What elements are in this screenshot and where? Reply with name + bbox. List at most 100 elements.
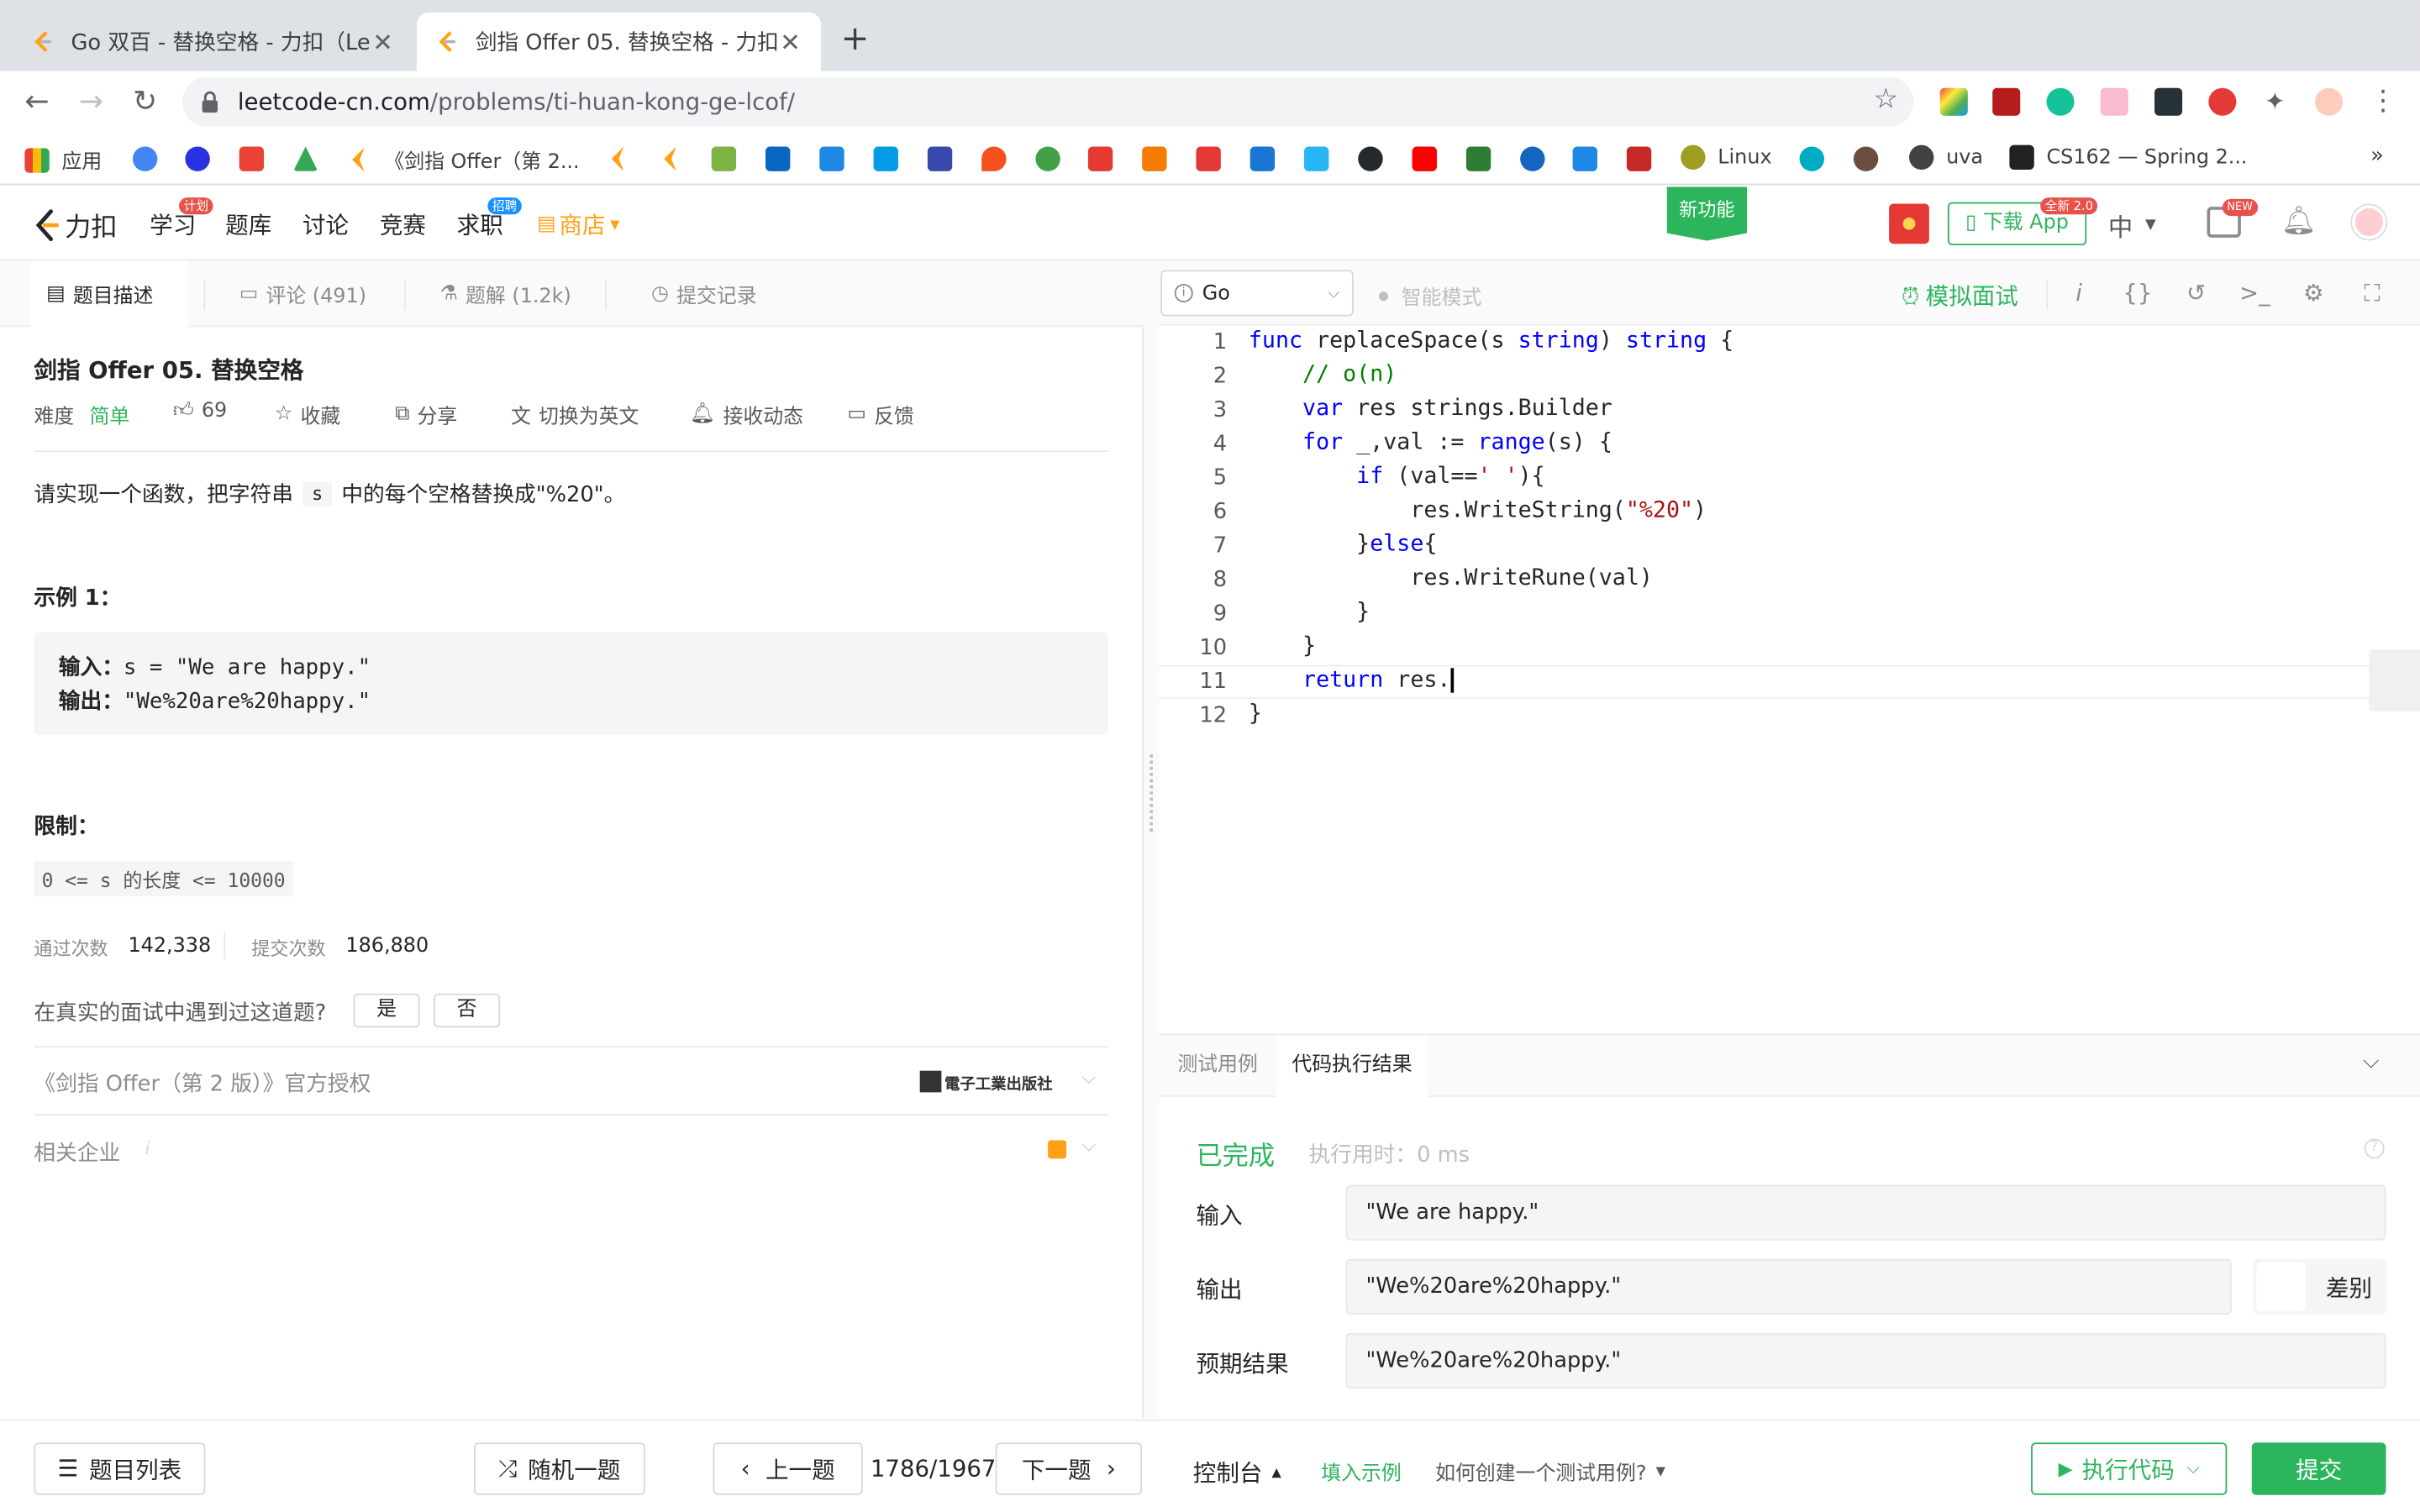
back-arrow-icon[interactable]: ← [17,81,57,122]
bilibili-extension-icon[interactable] [2100,87,2128,116]
wifi-site-icon[interactable] [1799,146,1824,171]
tab-testcase[interactable]: 测试用例 [1162,1035,1273,1096]
drive-icon[interactable] [292,146,318,171]
switch-english-button[interactable]: 文切换为英文 [511,400,639,429]
bookmark-star-icon[interactable]: ☆ [1873,83,1898,116]
smart-mode-toggle[interactable]: ● 智能模式 [1378,281,1481,311]
how-create-testcase[interactable]: 如何创建一个测试用例? ▼ [1435,1457,1665,1486]
green-swirl-icon[interactable] [1035,146,1060,171]
google-icon[interactable] [132,146,158,171]
reload-icon[interactable]: ↻ [125,81,166,122]
new-tab-plus-icon[interactable]: + [836,20,873,59]
bookmark-uva[interactable]: uva [1908,144,1983,171]
language-switch[interactable]: 中 ▼ [2108,207,2156,244]
info-icon[interactable]: i [2064,279,2095,307]
next-problem-button[interactable]: 下一题 › [995,1442,1143,1495]
brown-site-icon[interactable] [1853,146,1879,171]
prev-problem-button[interactable]: ‹ 上一题 [713,1442,863,1495]
chevron-down-icon[interactable]: ⌵ [1082,1134,1097,1158]
close-tab-icon[interactable]: ✕ [778,27,802,56]
reset-icon[interactable]: ↺ [2181,279,2212,307]
problem-list-button[interactable]: ☰ 题目列表 [34,1442,206,1495]
info-icon[interactable]: i [145,1138,150,1158]
blue-site-icon[interactable] [873,146,898,171]
settings-gear-icon[interactable]: ⚙ [2298,279,2329,307]
nav-discuss[interactable]: 讨论 [302,208,349,241]
notification-bell-icon[interactable]: 🔔︎ [2281,205,2317,238]
tab-solutions[interactable]: ⚗ 题解 (1.2k) [424,260,587,327]
gmail-icon[interactable] [239,146,265,171]
book-authorization[interactable]: 《剑指 Offer（第 2 版）》官方授权 [34,1068,371,1099]
side-panel-tab[interactable] [2369,649,2420,711]
no-button[interactable]: 否 [434,993,501,1028]
feedback-button[interactable]: ▭ 反馈 [847,400,914,428]
zhihu-icon[interactable] [1249,146,1276,171]
jian-icon[interactable] [1087,146,1113,171]
nav-contest[interactable]: 竞赛 [380,208,426,241]
linkedin-icon[interactable] [765,146,791,171]
profile-avatar-icon[interactable] [2315,87,2344,116]
red-envelope-icon[interactable] [1889,203,1929,244]
site-logo[interactable]: 力扣 [34,205,118,244]
diff-switch[interactable] [2256,1262,2307,1312]
color-extension-icon[interactable] [1939,87,1968,116]
nav-store[interactable]: ▤ 商店 ▼ [537,208,619,241]
tab-run-result[interactable]: 代码执行结果 [1276,1035,1428,1097]
language-select[interactable]: i Go ⌵ [1160,270,1354,317]
dark-extension-icon[interactable] [2154,87,2183,116]
close-tab-icon[interactable]: ✕ [371,27,395,56]
bilibili-icon[interactable] [1304,146,1329,171]
pdf-extension-icon[interactable] [1992,87,2021,116]
bookmark-cs162[interactable]: CS162 — Spring 2... [2009,144,2248,171]
tab-submissions[interactable]: ◷ 提交记录 [636,260,772,327]
c-red-icon[interactable] [1196,146,1221,171]
nav-problems[interactable]: 题库 [225,208,271,241]
code-braces-icon[interactable]: {} [2122,279,2153,307]
p-site-icon[interactable] [927,146,953,171]
browser-tab-2-active[interactable]: 剑指 Offer 05. 替换空格 - 力扣 ✕ [416,12,822,71]
browser-tab-1[interactable]: Go 双百 - 替换空格 - 力扣（Lee ✕ [13,13,414,71]
terminal-icon[interactable]: >_ [2239,279,2270,307]
subscribe-button[interactable]: 🔔︎ 接收动态 [690,400,803,428]
browser-menu-icon[interactable]: ⋮ [2369,87,2396,116]
share-button[interactable]: ⧉ 分享 [395,400,457,428]
fullscreen-icon[interactable]: ⛶ [2357,279,2388,307]
bookmark-linux[interactable]: Linux [1681,144,1772,171]
flame-icon[interactable] [981,146,1007,171]
diff-toggle[interactable]: 差别 [2253,1258,2386,1315]
new-feature-banner[interactable]: 新功能 [1666,186,1748,241]
bookmark-apps[interactable]: 应用 [24,145,102,175]
address-bar[interactable]: leetcode-cn.com/problems/ti-huan-kong-ge… [182,76,1914,127]
book-icon[interactable] [1465,146,1491,171]
blue-site-icon[interactable] [819,146,844,171]
more-bookmarks-icon[interactable]: » [2370,144,2384,168]
chevron-down-icon[interactable]: ⌵ [1082,1066,1097,1089]
u-red-icon[interactable] [1626,146,1652,171]
mock-interview-button[interactable]: ⏰︎ 模拟面试 [1902,279,2018,312]
forward-arrow-icon[interactable]: → [71,81,111,122]
submit-button[interactable]: 提交 [2251,1442,2386,1495]
youtube-icon[interactable] [1412,146,1437,171]
baidu-icon[interactable] [185,146,210,171]
panel-splitter[interactable] [1143,260,1160,1418]
run-code-button[interactable]: ▶ 执行代码 ⌵ [2031,1442,2228,1495]
tab-comments[interactable]: ▭ 评论 (491) [224,260,381,327]
yes-button[interactable]: 是 [353,993,420,1028]
puzzle-extensions-icon[interactable]: ✦ [2261,87,2289,116]
bing-icon[interactable] [1572,146,1597,171]
leetcode-icon[interactable] [611,146,624,171]
fill-example-link[interactable]: 填入示例 [1321,1457,1402,1486]
related-companies[interactable]: 相关企业 [34,1137,120,1168]
user-avatar[interactable] [2352,205,2386,239]
red-extension-icon[interactable] [2208,87,2237,116]
green-site-icon[interactable] [711,146,737,171]
like-button[interactable]: 👍︎ 69 [173,400,228,423]
c-blue-icon[interactable] [1520,146,1545,171]
bookmark-jianzhi-offer[interactable]: 《剑指 Offer（第 2... [347,145,580,175]
stack-icon[interactable] [1142,146,1167,171]
console-toggle[interactable]: 控制台 ▲ [1193,1457,1281,1489]
favorite-button[interactable]: ☆ 收藏 [275,400,340,428]
tab-description[interactable]: ▤ 题目描述 [30,260,189,328]
leetcode-icon[interactable] [664,146,676,171]
github-icon[interactable] [1358,146,1383,171]
